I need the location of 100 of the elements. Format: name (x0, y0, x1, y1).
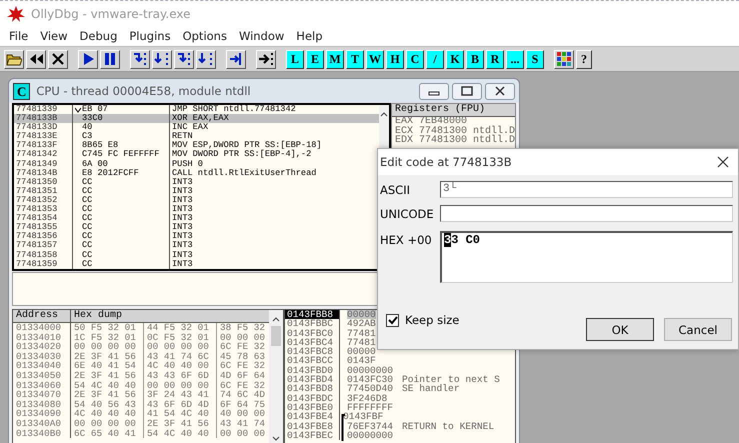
address-cell[interactable]: 0143FBD8 (285, 384, 340, 394)
panel-button[interactable]: R (486, 50, 504, 68)
goto-icon (258, 51, 274, 67)
address-cell[interactable]: 0143FBE0 (285, 402, 340, 412)
scroll-thumb[interactable] (271, 326, 281, 346)
return-button[interactable] (226, 50, 246, 68)
address-cell[interactable]: 0143FBC8 (285, 347, 340, 356)
maximize-button[interactable] (452, 82, 482, 100)
menu-item[interactable]: Help (291, 29, 330, 43)
open-button[interactable] (4, 50, 24, 68)
panel-button[interactable]: B (466, 50, 484, 68)
window-icon: C (13, 82, 30, 100)
column-header: Registers (FPU) (392, 104, 515, 117)
code-row[interactable]: 77481350 CC INT3 (14, 178, 379, 187)
step-into-icon (132, 51, 148, 67)
panel-button[interactable]: / (426, 50, 444, 68)
code-row[interactable]: 77481355 CC INT3 (14, 223, 379, 232)
field-label: UNICODE (380, 206, 435, 223)
menu-item[interactable]: Plugins (124, 29, 178, 43)
help-button[interactable]: ? (576, 50, 592, 68)
close-button[interactable] (485, 82, 515, 100)
hex-cell-text: CC (82, 196, 92, 205)
code-row[interactable]: 77481357 CC INT3 (14, 241, 379, 250)
goto-button[interactable] (256, 50, 276, 68)
panel-button[interactable]: ... (506, 50, 524, 68)
address-cell: 77481355 (14, 223, 73, 232)
hex-bytes: 74 6C 4D (219, 390, 266, 400)
grid-icon (556, 51, 572, 67)
code-row[interactable]: 77481349 6A 00 PUSH 0 (14, 160, 379, 169)
scrollbar[interactable] (269, 310, 283, 443)
column-header[interactable]: Hex dump (71, 310, 122, 322)
step-over-button[interactable] (152, 50, 172, 68)
menu-item[interactable]: View (35, 29, 75, 43)
address-cell[interactable]: 0143FBB8 (285, 310, 340, 320)
rewind-button[interactable] (26, 50, 46, 68)
panel-button[interactable]: K (446, 50, 464, 68)
address-cell: 77481359 (14, 260, 73, 269)
hex-cell: CC (82, 214, 92, 224)
menu-item[interactable]: Options (178, 29, 234, 43)
address-cell[interactable]: 0143FBD0 (285, 366, 340, 376)
panel-button[interactable]: H (386, 50, 404, 68)
panel-button[interactable]: C (406, 50, 424, 68)
address-cell[interactable]: 0143FBBC (285, 319, 340, 329)
column-header[interactable]: Address (13, 310, 71, 322)
code-row[interactable]: 7748133F 8B65 E8 MOV ESP,DWORD PTR SS:[EBP-18] (14, 141, 379, 150)
close-icon (494, 86, 506, 96)
menu-item[interactable]: Debug (74, 29, 124, 43)
pause-button[interactable] (100, 50, 120, 68)
value-cell: 00000 (347, 347, 376, 356)
panel-button[interactable]: T (346, 50, 364, 68)
address-cell[interactable]: 0143FBDC (285, 394, 340, 403)
input-field[interactable]: 3└ (440, 181, 733, 198)
hex-bytes: 4C 40 40 00 (144, 361, 217, 371)
input-field[interactable] (440, 205, 733, 222)
hex-cell: 6A 00 (82, 160, 108, 169)
hex-cell: CC (82, 186, 92, 196)
code-row[interactable]: 7748133D 40 INC EAX (14, 123, 379, 132)
panel-button[interactable]: L (286, 50, 304, 68)
code-row[interactable]: 77481342 C745 FC FEFFFFF MOV DWORD PTR SS:[EBP-4],-2 (14, 150, 379, 160)
dialog-button[interactable]: Cancel (664, 318, 732, 341)
panel-button[interactable]: E (306, 50, 324, 68)
code-row[interactable]: 77481358 CC INT3 (14, 250, 379, 260)
step-into-button[interactable] (130, 50, 150, 68)
address-cell: 7748134B (14, 168, 73, 178)
value-cell-text: 77450D40 (347, 384, 394, 394)
code-row[interactable]: 77481354 CC INT3 (14, 214, 379, 224)
dialog-button[interactable]: OK (586, 318, 654, 341)
address-cell[interactable]: 0143FBCC (285, 356, 340, 366)
code-row[interactable]: 7748133E C3 RETN (14, 132, 379, 142)
panel-button[interactable]: W (366, 50, 384, 68)
panel-button[interactable]: M (326, 50, 344, 68)
address-cell[interactable]: 0143FBEC (285, 430, 340, 440)
address-cell[interactable]: 0143FBC4 (285, 338, 340, 348)
address-cell[interactable]: 0143FBC0 (285, 328, 340, 338)
address-cell[interactable]: 0143FBE8 (285, 422, 340, 431)
code-row[interactable]: 7748134B E8 2012FCFF CALL ntdll.RtlExitUserThread (14, 168, 379, 178)
code-row[interactable]: 7748133B 33C0 XOR EAX,EAX (14, 114, 379, 124)
code-row[interactable]: 77481359 CC INT3 (14, 260, 379, 269)
grid-button[interactable] (554, 50, 574, 68)
panel-button[interactable]: S (526, 50, 544, 68)
menu-item[interactable]: File (4, 29, 36, 43)
comment-cell-text: SE handler (401, 384, 460, 394)
trace-over-button[interactable] (196, 50, 216, 68)
close-icon (717, 156, 729, 168)
address-cell[interactable]: 0143FBD4 (285, 375, 340, 384)
comment-cell-text: Pointer to next S (401, 375, 500, 384)
hex-field[interactable]: 33 C0 (440, 231, 733, 283)
hex-cell: C745 FC FEFFFFF (82, 150, 160, 160)
code-row[interactable]: 77481351 CC INT3 (14, 186, 379, 196)
minimize-button[interactable] (419, 82, 449, 100)
address-cell[interactable]: 0143FBE4 (285, 412, 340, 422)
hex-bytes: 3F 24 43 41 (144, 390, 217, 400)
play-button[interactable] (78, 50, 98, 68)
code-row[interactable]: 77481353 CC INT3 (14, 205, 379, 214)
keep-size-checkbox[interactable]: Keep size (386, 313, 460, 327)
trace-into-button[interactable] (174, 50, 194, 68)
code-row[interactable]: 77481356 CC INT3 (14, 232, 379, 242)
value-cell: FFFFFFFF (347, 402, 394, 412)
code-row[interactable]: 77481352 CC INT3 (14, 196, 379, 206)
menu-item[interactable]: Window (234, 29, 292, 43)
